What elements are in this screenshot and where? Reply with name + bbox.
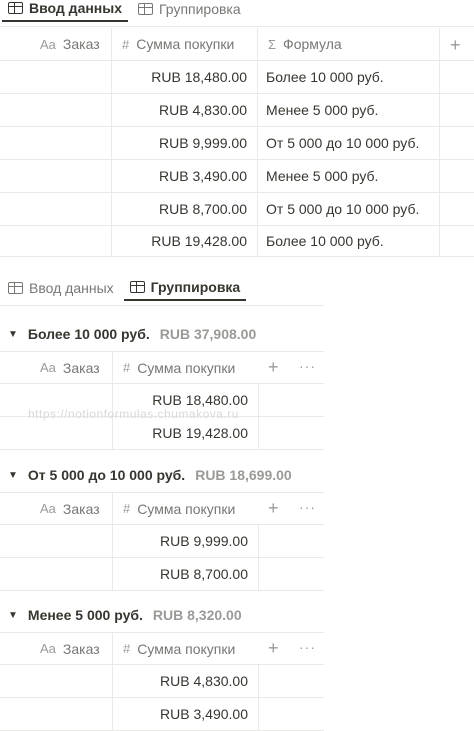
formula-property-icon: Σ — [268, 36, 277, 52]
order-cell[interactable] — [0, 698, 113, 730]
number-property-icon: # — [122, 36, 130, 52]
tab-group-label: Группировка — [159, 1, 241, 17]
group-total: RUB 37,908.00 — [159, 326, 257, 342]
formula-cell[interactable]: От 5 000 до 10 000 руб. — [258, 193, 440, 225]
formula-cell[interactable]: Менее 5 000 руб. — [258, 94, 440, 126]
table-icon — [8, 2, 23, 14]
collapse-triangle-icon[interactable]: ▼ — [8, 610, 18, 621]
tab-input[interactable]: Ввод данных — [2, 275, 120, 301]
column-header-order[interactable]: Aa Заказ — [0, 352, 113, 383]
table-icon — [129, 281, 145, 293]
column-header-sum-label: Сумма покупки — [136, 36, 235, 52]
text-property-icon: Aa — [40, 501, 56, 516]
sum-cell[interactable]: RUB 8,700.00 — [113, 558, 259, 590]
add-column-plus-icon[interactable]: + — [268, 639, 279, 657]
more-options-icon[interactable]: ··· — [299, 358, 316, 374]
collapse-triangle-icon[interactable]: ▼ — [8, 329, 18, 340]
group-title: Более 10 000 руб. — [27, 326, 150, 342]
order-cell[interactable] — [0, 417, 113, 449]
formula-cell[interactable]: От 5 000 до 10 000 руб. — [258, 127, 440, 159]
group-total: RUB 18,699.00 — [195, 467, 292, 483]
column-header-order[interactable]: Aa Заказ — [0, 633, 113, 664]
column-header-sum[interactable]: # Сумма покупки — [113, 633, 259, 664]
sum-cell[interactable]: RUB 3,490.00 — [112, 160, 258, 192]
order-cell[interactable] — [0, 160, 112, 192]
more-options-icon[interactable]: ··· — [299, 499, 316, 515]
column-header-order-label: Заказ — [62, 640, 100, 657]
tab-group[interactable]: Группировка — [123, 275, 247, 301]
order-cell[interactable] — [0, 94, 112, 126]
group-title: От 5 000 до 10 000 руб. — [27, 467, 186, 483]
formula-cell[interactable]: Менее 5 000 руб. — [258, 160, 440, 192]
column-header-order-label: Заказ — [62, 36, 100, 52]
column-header-sum-label: Сумма покупки — [137, 640, 236, 657]
order-cell[interactable] — [0, 525, 113, 557]
order-cell[interactable] — [0, 226, 112, 256]
order-cell[interactable] — [0, 665, 113, 697]
order-cell[interactable] — [0, 61, 112, 93]
formula-cell[interactable]: Более 10 000 руб. — [258, 61, 440, 93]
column-header-sum-label: Сумма покупки — [137, 359, 236, 376]
tab-input[interactable]: Ввод данных — [2, 0, 129, 22]
sum-cell[interactable]: RUB 9,999.00 — [113, 525, 259, 557]
sum-cell[interactable]: RUB 4,830.00 — [112, 94, 258, 126]
tab-input-label: Ввод данных — [29, 280, 114, 296]
column-header-formula-label: Формула — [283, 36, 342, 52]
number-property-icon: # — [123, 360, 131, 375]
table-icon — [8, 282, 23, 294]
group-header[interactable]: ▼ Менее 5 000 руб. RUB 8,320.00 — [8, 604, 242, 626]
group-header[interactable]: ▼ Более 10 000 руб. RUB 37,908.00 — [8, 323, 256, 345]
column-header-sum-label: Сумма покупки — [137, 500, 236, 517]
tab-input-label: Ввод данных — [29, 0, 123, 16]
group-header[interactable]: ▼ От 5 000 до 10 000 руб. RUB 18,699.00 — [8, 464, 292, 486]
add-column-plus-icon[interactable]: + — [268, 499, 279, 517]
column-header-sum[interactable]: # Сумма покупки — [113, 352, 259, 383]
formula-cell[interactable]: Более 10 000 руб. — [258, 226, 440, 256]
group-total: RUB 8,320.00 — [152, 607, 242, 623]
bottom-view-tabs: Ввод данных Группировка — [2, 275, 247, 301]
number-property-icon: # — [123, 501, 131, 516]
column-header-order-label: Заказ — [62, 359, 100, 376]
sum-cell[interactable]: RUB 19,428.00 — [113, 417, 259, 449]
sum-cell[interactable]: RUB 3,490.00 — [113, 698, 259, 730]
text-property-icon: Aa — [40, 36, 56, 52]
column-header-formula[interactable]: Σ Формула — [258, 28, 440, 60]
group-title: Менее 5 000 руб. — [27, 607, 143, 623]
sum-cell[interactable]: RUB 18,480.00 — [112, 61, 258, 93]
column-header-sum[interactable]: # Сумма покупки — [112, 28, 258, 60]
add-column-plus-icon[interactable]: + — [450, 36, 461, 54]
watermark: https://notionformulas.chumakova.ru — [28, 407, 239, 421]
number-property-icon: # — [123, 641, 131, 656]
sum-cell[interactable]: RUB 9,999.00 — [112, 127, 258, 159]
sum-cell[interactable]: RUB 19,428.00 — [112, 226, 258, 256]
collapse-triangle-icon[interactable]: ▼ — [8, 470, 18, 481]
column-header-order[interactable]: Aa Заказ — [0, 28, 112, 60]
column-header-order[interactable]: Aa Заказ — [0, 493, 113, 524]
more-options-icon[interactable]: ··· — [299, 639, 316, 655]
text-property-icon: Aa — [40, 360, 56, 375]
order-cell[interactable] — [0, 558, 113, 590]
table-icon — [138, 3, 154, 15]
column-header-sum[interactable]: # Сумма покупки — [113, 493, 259, 524]
add-column-plus-icon[interactable]: + — [268, 358, 279, 376]
sum-cell[interactable]: RUB 8,700.00 — [112, 193, 258, 225]
text-property-icon: Aa — [40, 641, 56, 656]
order-cell[interactable] — [0, 193, 112, 225]
tab-group[interactable]: Группировка — [132, 0, 247, 22]
top-view-tabs: Ввод данных Группировка — [2, 0, 247, 22]
order-cell[interactable] — [0, 127, 112, 159]
sum-cell[interactable]: RUB 4,830.00 — [113, 665, 259, 697]
tab-group-label: Группировка — [150, 279, 241, 295]
column-header-order-label: Заказ — [62, 500, 100, 517]
